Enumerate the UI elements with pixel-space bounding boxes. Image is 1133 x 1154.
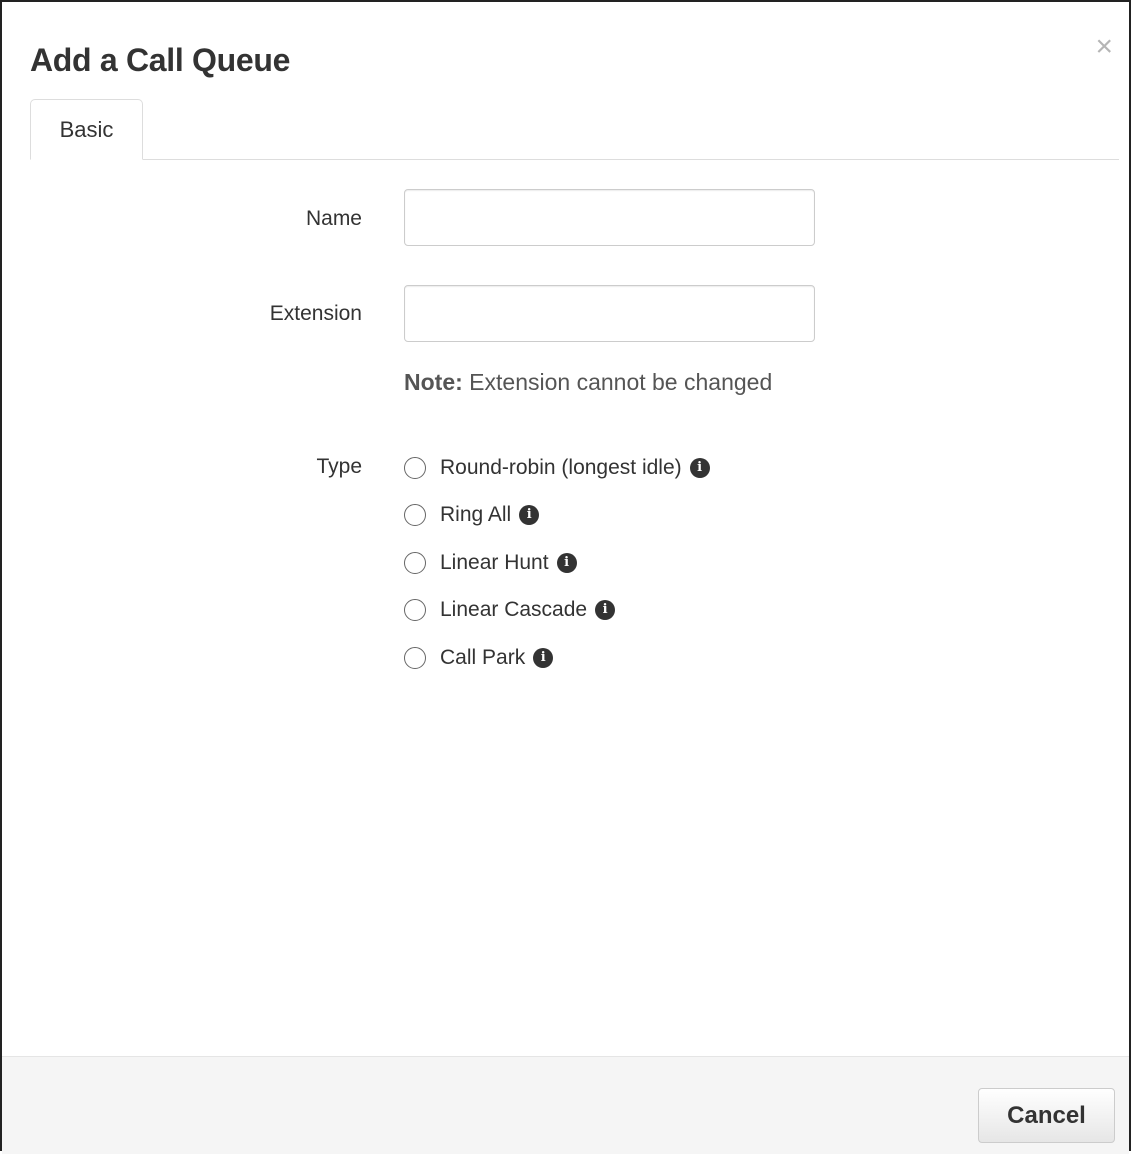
info-circle-icon[interactable]: i bbox=[533, 648, 554, 668]
extension-input[interactable] bbox=[404, 285, 815, 342]
radio-option-call-park[interactable]: Call Park i bbox=[404, 643, 554, 673]
cancel-button[interactable]: Cancel bbox=[978, 1088, 1115, 1143]
info-circle-icon[interactable]: i bbox=[556, 553, 577, 573]
radio-label: Linear Cascade bbox=[440, 598, 588, 621]
modal-footer: Cancel bbox=[2, 1056, 1129, 1154]
add-call-queue-modal: Add a Call Queue × Basic Name Extension … bbox=[0, 0, 1131, 1154]
radio-button[interactable] bbox=[404, 599, 426, 621]
note-prefix: Note: bbox=[404, 369, 463, 395]
radio-label: Call Park bbox=[440, 646, 526, 669]
name-input[interactable] bbox=[404, 189, 815, 246]
extension-label: Extension bbox=[269, 302, 362, 325]
note-text: Extension cannot be changed bbox=[462, 369, 773, 395]
tab-basic[interactable]: Basic bbox=[30, 99, 143, 160]
close-icon[interactable]: × bbox=[1095, 32, 1113, 62]
info-circle-icon[interactable]: i bbox=[519, 505, 540, 525]
info-circle-icon[interactable]: i bbox=[689, 458, 710, 478]
tab-bar: Basic bbox=[30, 99, 1119, 160]
radio-label: Ring All bbox=[440, 503, 512, 526]
extension-note: Note: Extension cannot be changed bbox=[404, 369, 772, 396]
radio-label: Linear Hunt bbox=[440, 551, 549, 574]
radio-option-linear-hunt[interactable]: Linear Hunt i bbox=[404, 548, 577, 578]
radio-button[interactable] bbox=[404, 647, 426, 669]
info-circle-icon[interactable]: i bbox=[595, 600, 616, 620]
type-label: Type bbox=[316, 455, 362, 478]
name-label: Name bbox=[305, 207, 362, 230]
radio-option-ring-all[interactable]: Ring All i bbox=[404, 500, 540, 530]
radio-option-linear-cascade[interactable]: Linear Cascade i bbox=[404, 595, 616, 625]
radio-button[interactable] bbox=[404, 504, 426, 526]
radio-label: Round-robin (longest idle) bbox=[440, 456, 682, 479]
modal-title: Add a Call Queue bbox=[30, 42, 291, 78]
radio-button[interactable] bbox=[404, 552, 426, 574]
radio-button[interactable] bbox=[404, 457, 426, 479]
radio-option-round-robin[interactable]: Round-robin (longest idle) i bbox=[404, 453, 710, 483]
